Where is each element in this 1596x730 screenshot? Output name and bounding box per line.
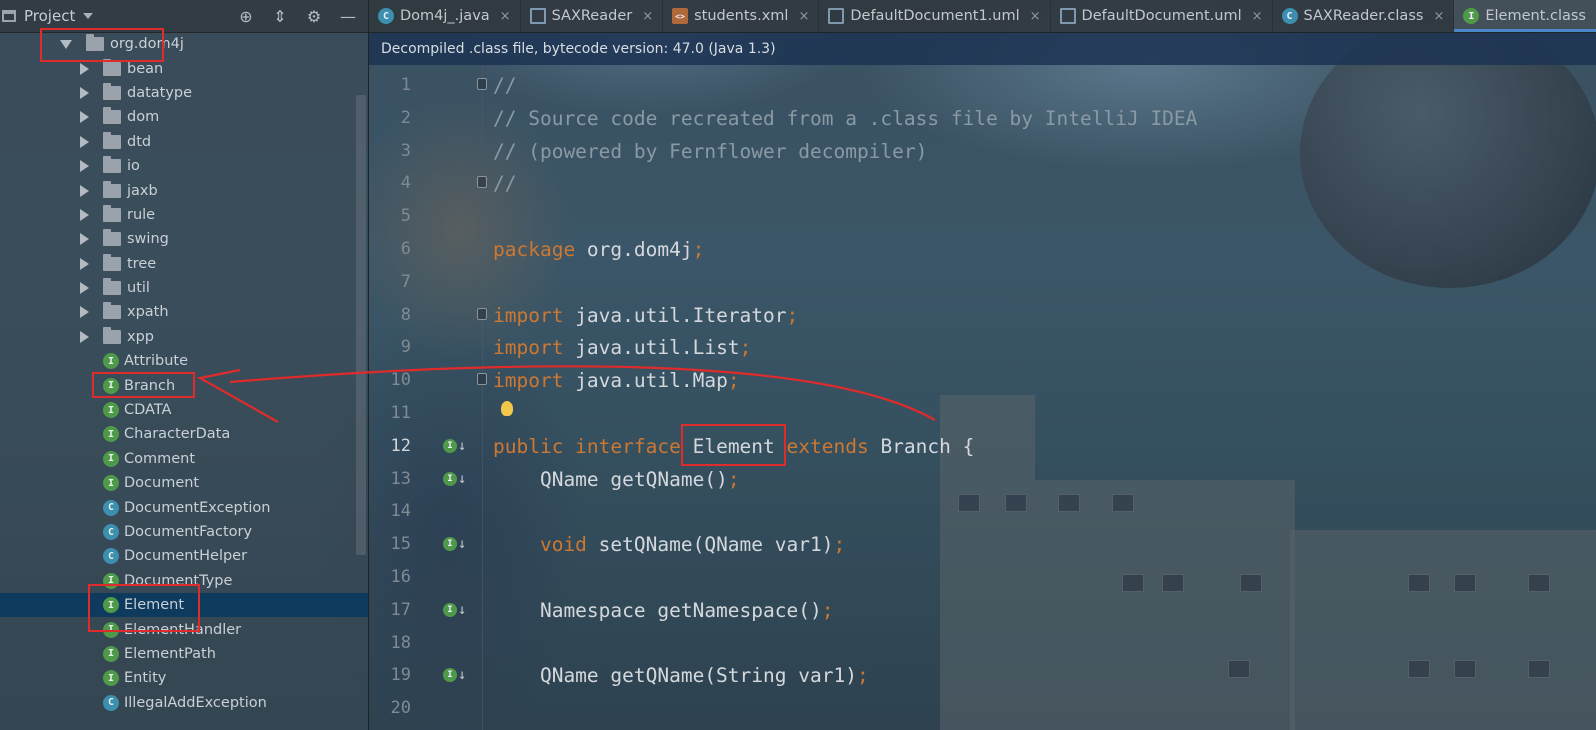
annotation-arrow [196, 365, 936, 423]
